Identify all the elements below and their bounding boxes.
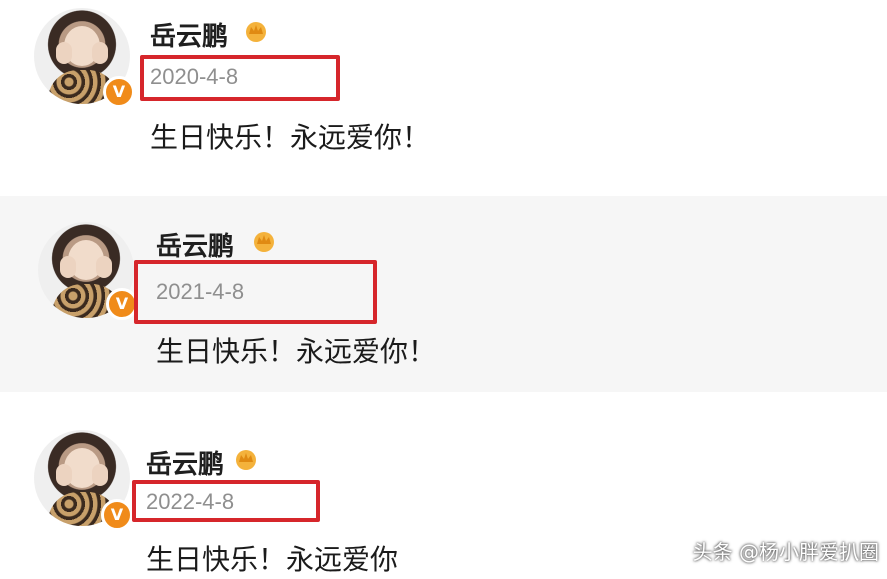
username[interactable]: 岳云鹏	[156, 226, 234, 263]
avatar-hand	[96, 256, 112, 278]
post-item: V 岳云鹏 2022-4-8 生日快乐！永远爱你	[0, 0, 887, 576]
avatar-hand	[60, 256, 76, 278]
post-date: 2021-4-8	[156, 279, 245, 304]
verified-v-icon: V	[101, 499, 133, 531]
post-date: 2022-4-8	[146, 489, 235, 514]
post-content: 生日快乐！永远爱你！	[156, 335, 437, 368]
avatar-hand	[56, 464, 72, 486]
username[interactable]: 岳云鹏	[146, 444, 224, 481]
watermark: 头条 @杨小胖爱扒圈	[692, 540, 879, 564]
crown-icon	[236, 450, 256, 470]
crown-icon	[254, 232, 274, 252]
avatar-hand	[92, 464, 108, 486]
post-content: 生日快乐！永远爱你	[146, 543, 399, 576]
